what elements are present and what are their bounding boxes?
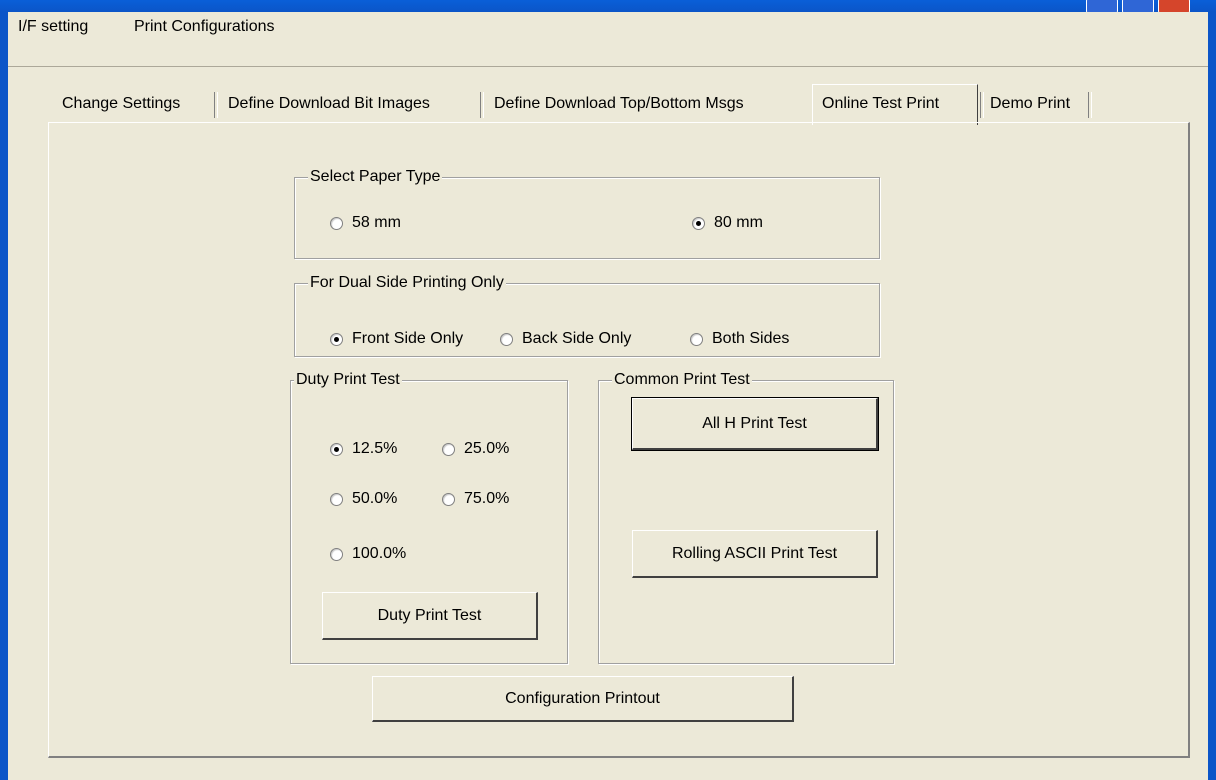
radio-duty-25-0-label: 25.0% [464,440,510,457]
radio-front-side-only[interactable]: Front Side Only [330,330,463,348]
radio-front-side-only-button[interactable] [330,332,343,346]
radio-80mm-label: 80 mm [714,214,763,231]
radio-duty-50-0[interactable]: 50.0% [330,490,397,508]
radio-duty-50-0-button[interactable] [330,492,343,506]
rolling-ascii-print-test-button[interactable]: Rolling ASCII Print Test [632,530,878,578]
radio-back-side-only-label: Back Side Only [522,330,632,347]
radio-both-sides-button[interactable] [690,332,703,346]
radio-duty-100-0-button[interactable] [330,547,343,561]
menu-print-configurations[interactable]: Print Configurations [134,18,275,36]
radio-duty-25-0[interactable]: 25.0% [442,440,509,458]
tab-define-download-bit-images[interactable]: Define Download Bit Images [228,90,430,118]
radio-front-side-only-label: Front Side Only [352,330,464,347]
radio-duty-100-0[interactable]: 100.0% [330,545,406,563]
radio-duty-75-0[interactable]: 75.0% [442,490,509,508]
tab-define-download-top-bottom-msgs[interactable]: Define Download Top/Bottom Msgs [494,90,744,118]
radio-58mm-button[interactable] [330,216,343,230]
window-frame-right [1208,12,1216,780]
tab-separator [980,92,984,118]
radio-duty-25-0-button[interactable] [442,442,455,456]
radio-back-side-only[interactable]: Back Side Only [500,330,631,348]
tab-online-test-print[interactable]: Online Test Print [822,90,939,118]
common-print-test-group-title: Common Print Test [612,371,752,389]
radio-duty-12-5[interactable]: 12.5% [330,440,397,458]
radio-duty-100-0-label: 100.0% [352,545,407,562]
paper-type-group-title: Select Paper Type [308,168,443,186]
radio-back-side-only-button[interactable] [500,332,513,346]
radio-both-sides[interactable]: Both Sides [690,330,789,348]
radio-duty-12-5-button[interactable] [330,442,343,456]
radio-duty-75-0-button[interactable] [442,492,455,506]
radio-58mm[interactable]: 58 mm [330,214,401,232]
tab-separator [214,92,218,118]
radio-duty-12-5-label: 12.5% [352,440,398,457]
radio-duty-75-0-label: 75.0% [464,490,510,507]
menu-if-setting[interactable]: I/F setting [18,18,88,36]
all-h-print-test-button[interactable]: All H Print Test [631,397,879,451]
radio-both-sides-label: Both Sides [712,330,790,347]
tab-separator [480,92,484,118]
configuration-printout-button[interactable]: Configuration Printout [372,676,794,722]
radio-80mm-button[interactable] [692,216,705,230]
duty-print-test-group-title: Duty Print Test [294,371,402,389]
radio-duty-50-0-label: 50.0% [352,490,398,507]
radio-80mm[interactable]: 80 mm [692,214,763,232]
radio-58mm-label: 58 mm [352,214,401,231]
tab-change-settings[interactable]: Change Settings [62,90,180,118]
dual-side-group-title: For Dual Side Printing Only [308,274,506,292]
title-bar [0,0,1216,12]
duty-print-test-button[interactable]: Duty Print Test [322,592,538,640]
tab-separator [1088,92,1092,118]
window-frame-left [0,12,8,780]
tab-demo-print[interactable]: Demo Print [990,90,1070,118]
